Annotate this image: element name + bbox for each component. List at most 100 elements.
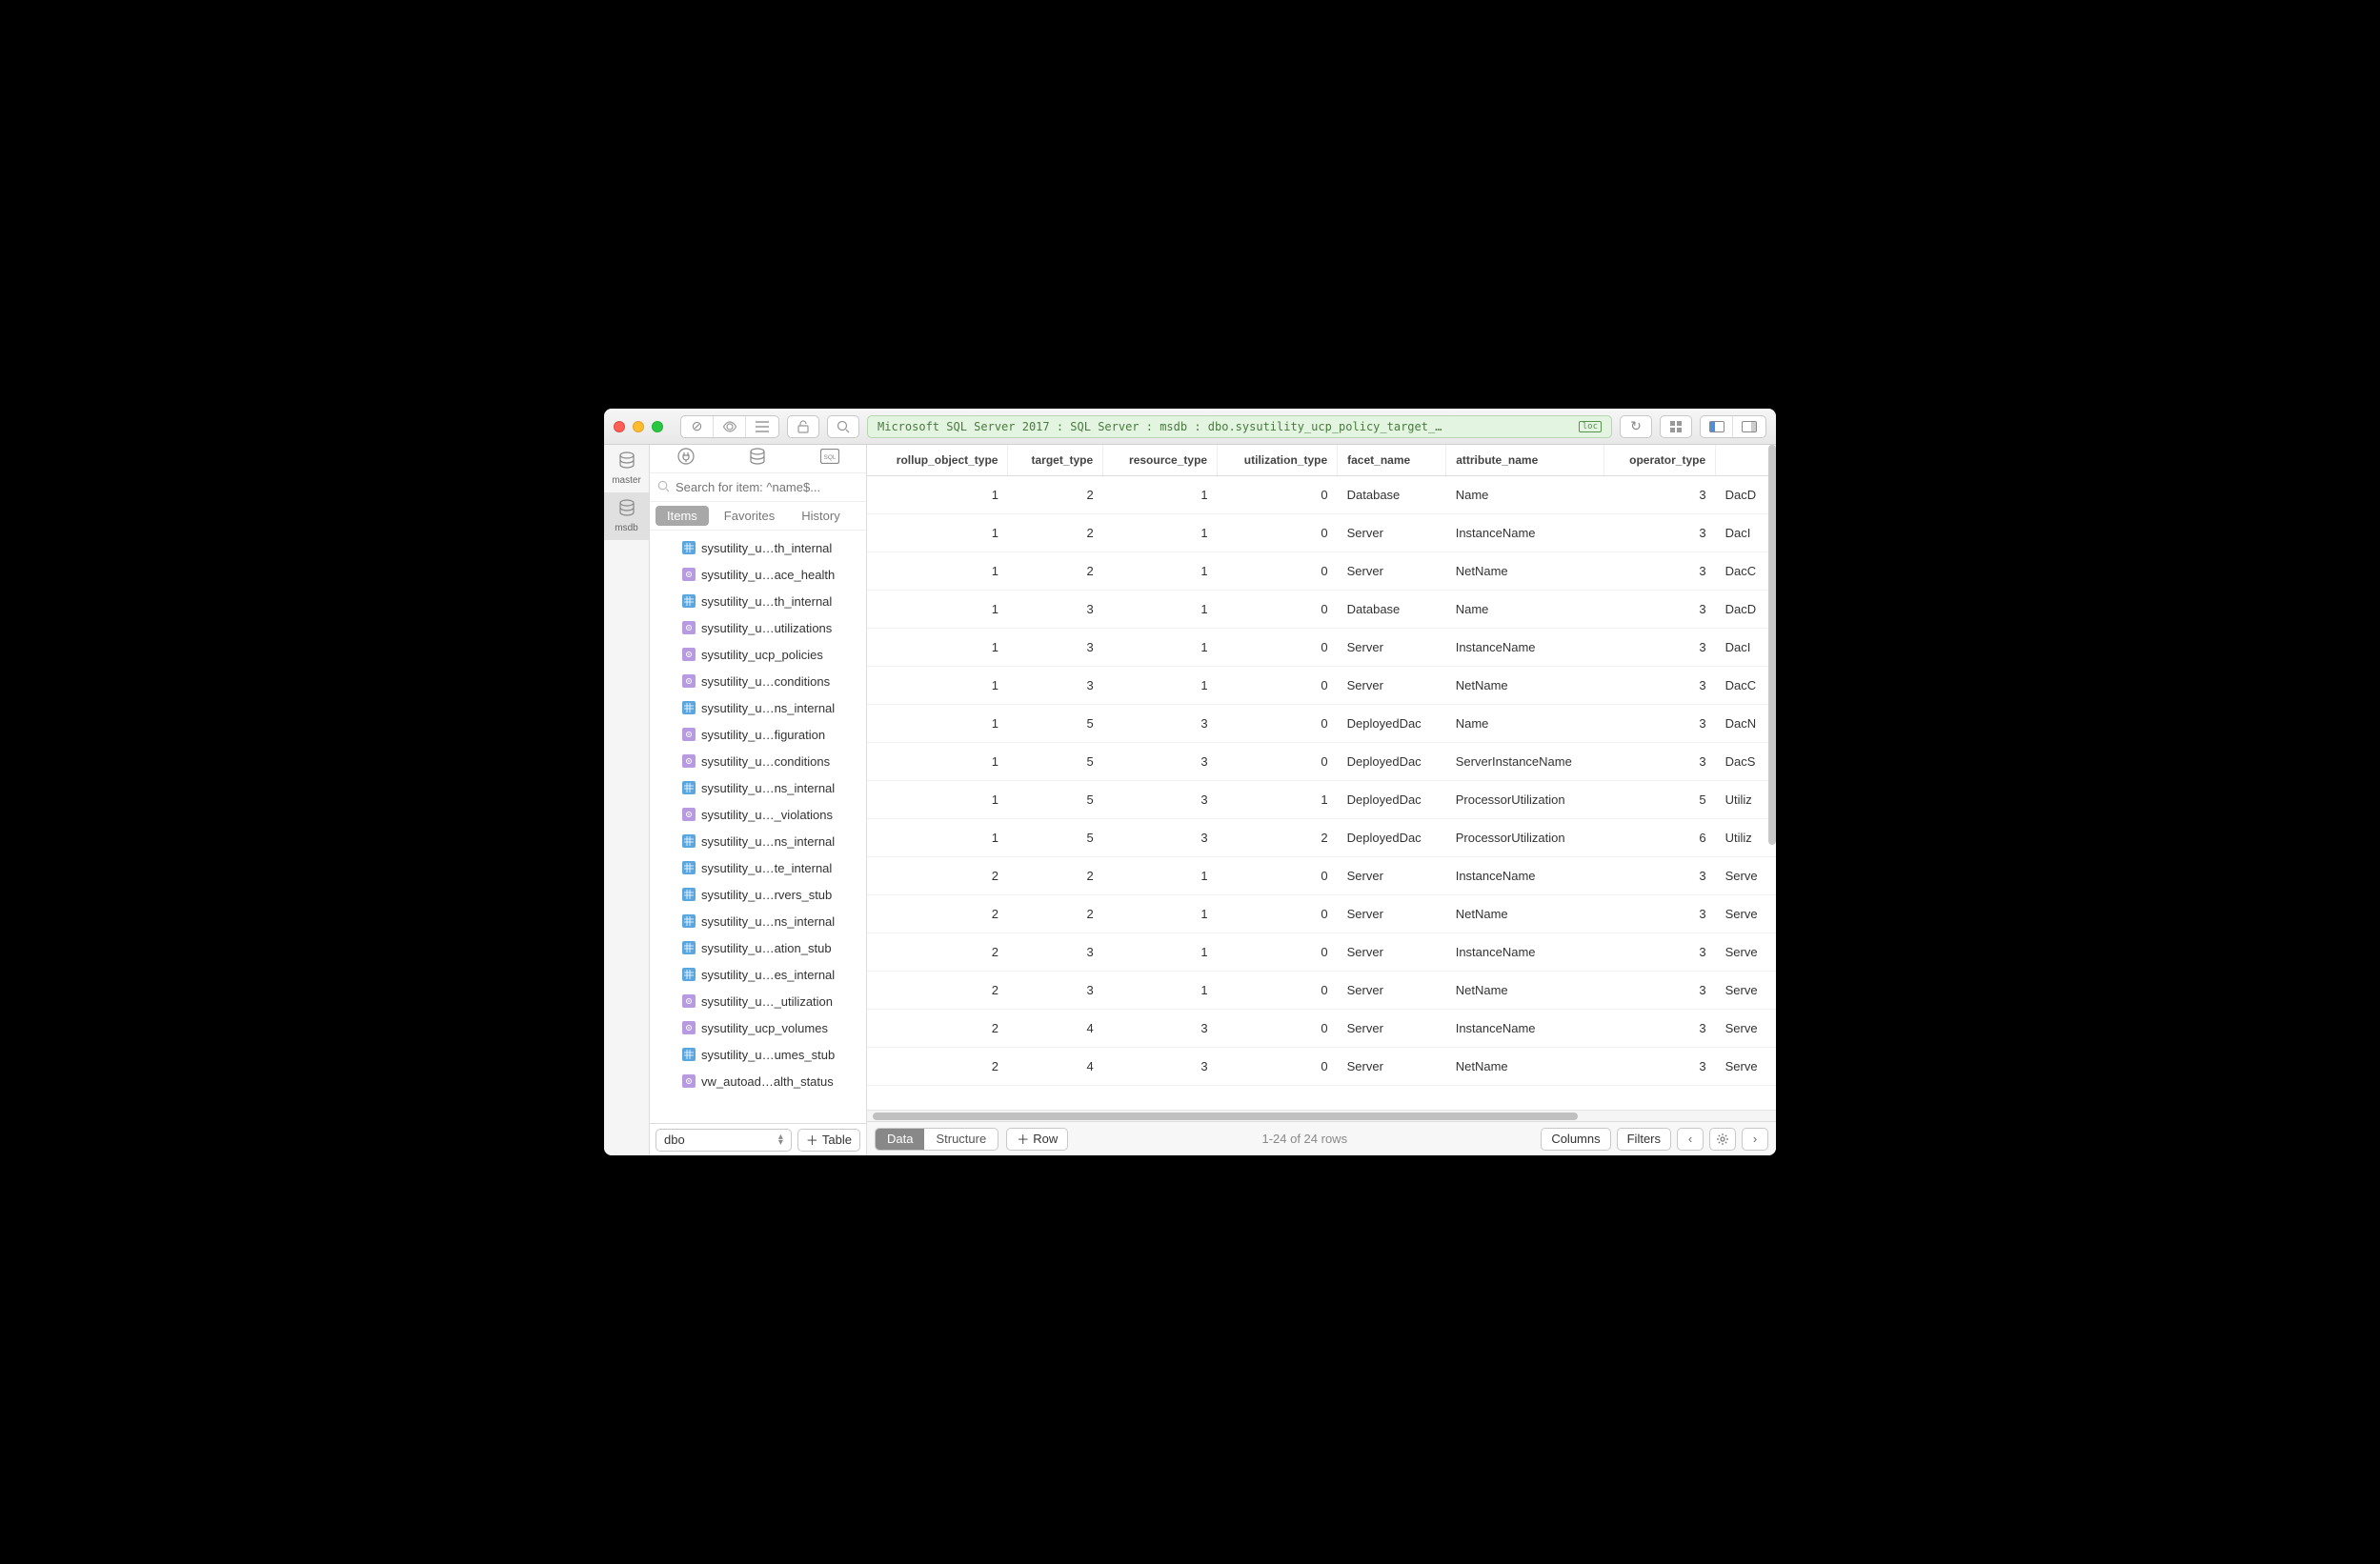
cell[interactable]: Name [1446,704,1603,742]
cell[interactable]: NetName [1446,894,1603,932]
tree-item[interactable]: sysutility_u…_violations [650,801,866,828]
cancel-icon[interactable]: ⊘ [681,416,714,437]
grid-scroll[interactable]: rollup_object_typetarget_typeresource_ty… [867,445,1776,1110]
cell[interactable]: Server [1338,1047,1446,1085]
cell[interactable]: 1 [867,551,1008,590]
column-header[interactable]: facet_name [1338,445,1446,475]
tree-item[interactable]: sysutility_u…conditions [650,668,866,694]
table-row[interactable]: 1310ServerInstanceName3DacI [867,628,1776,666]
cell[interactable]: 0 [1218,1009,1338,1047]
column-header[interactable]: utilization_type [1218,445,1338,475]
cell[interactable]: 0 [1218,590,1338,628]
cell[interactable]: InstanceName [1446,856,1603,894]
vertical-scrollbar[interactable] [1768,445,1776,845]
cell[interactable]: 3 [1008,932,1103,971]
column-header[interactable]: rollup_object_type [867,445,1008,475]
cell[interactable]: 5 [1008,704,1103,742]
cell[interactable]: 0 [1218,551,1338,590]
cell[interactable]: Server [1338,551,1446,590]
cell[interactable]: 3 [1603,856,1716,894]
horizontal-scrollbar[interactable] [867,1110,1776,1121]
cell[interactable]: 5 [1008,780,1103,818]
cell[interactable]: 0 [1218,666,1338,704]
cell[interactable]: Serve [1716,894,1776,932]
panel-left-icon[interactable] [1701,416,1733,437]
cell[interactable]: 2 [1008,475,1103,513]
column-header[interactable]: operator_type [1603,445,1716,475]
cell[interactable]: DacD [1716,475,1776,513]
cell[interactable]: Server [1338,628,1446,666]
cell[interactable]: 1 [867,704,1008,742]
cell[interactable]: 1 [1103,475,1218,513]
table-row[interactable]: 1210ServerNetName3DacC [867,551,1776,590]
tree-item[interactable]: sysutility_u…ns_internal [650,774,866,801]
cell[interactable]: 2 [1218,818,1338,856]
cell[interactable]: 3 [1603,551,1716,590]
cell[interactable]: Server [1338,894,1446,932]
cell[interactable]: 2 [867,1047,1008,1085]
cell[interactable]: 1 [1103,971,1218,1009]
cell[interactable]: 3 [1603,666,1716,704]
search-input[interactable] [676,480,858,494]
data-tab[interactable]: Data [876,1129,924,1150]
cell[interactable]: Name [1446,590,1603,628]
cell[interactable]: NetName [1446,1047,1603,1085]
tree-item[interactable]: sysutility_u…ation_stub [650,934,866,961]
cell[interactable]: 3 [1103,818,1218,856]
refresh-icon[interactable]: ↻ [1620,415,1652,438]
cell[interactable]: ProcessorUtilization [1446,780,1603,818]
tab-favorites[interactable]: Favorites [713,506,786,526]
breadcrumb[interactable]: Microsoft SQL Server 2017 : SQL Server :… [867,415,1612,438]
database-icon[interactable] [749,448,766,470]
db-rail-msdb[interactable]: msdb [604,492,649,540]
cell[interactable]: Server [1338,666,1446,704]
cell[interactable]: 2 [867,894,1008,932]
cell[interactable]: 3 [1603,513,1716,551]
tree-item[interactable]: sysutility_u…es_internal [650,961,866,988]
cell[interactable]: 3 [1103,780,1218,818]
cell[interactable]: DacI [1716,513,1776,551]
cell[interactable]: 4 [1008,1009,1103,1047]
column-header[interactable]: attribute_name [1446,445,1603,475]
cell[interactable]: 1 [867,780,1008,818]
table-row[interactable]: 2210ServerInstanceName3Serve [867,856,1776,894]
table-row[interactable]: 1530DeployedDacName3DacN [867,704,1776,742]
cell[interactable]: 2 [867,856,1008,894]
cell[interactable]: 3 [1603,894,1716,932]
cell[interactable]: NetName [1446,551,1603,590]
tree-item[interactable]: sysutility_u…ns_internal [650,908,866,934]
cell[interactable]: Server [1338,513,1446,551]
cell[interactable]: 1 [867,742,1008,780]
cell[interactable]: 1 [1103,513,1218,551]
cell[interactable]: Database [1338,590,1446,628]
cell[interactable]: 6 [1603,818,1716,856]
cell[interactable]: DeployedDac [1338,742,1446,780]
tree-item[interactable]: sysutility_ucp_volumes [650,1014,866,1041]
schema-select[interactable]: dbo ▴▾ [656,1129,792,1152]
table-row[interactable]: 2310ServerNetName3Serve [867,971,1776,1009]
table-row[interactable]: 2430ServerNetName3Serve [867,1047,1776,1085]
plug-icon[interactable] [677,448,695,470]
cell[interactable]: 1 [867,475,1008,513]
cell[interactable]: DacI [1716,628,1776,666]
cell[interactable]: 2 [867,1009,1008,1047]
cell[interactable]: 1 [1103,666,1218,704]
cell[interactable]: 3 [1603,704,1716,742]
tree-item[interactable]: sysutility_u…rvers_stub [650,881,866,908]
column-header[interactable]: target_type [1008,445,1103,475]
cell[interactable]: 3 [1103,742,1218,780]
cell[interactable]: Name [1446,475,1603,513]
cell[interactable]: 4 [1008,1047,1103,1085]
db-rail-master[interactable]: master [604,445,649,492]
cell[interactable]: 1 [1103,590,1218,628]
table-row[interactable]: 1530DeployedDacServerInstanceName3DacS [867,742,1776,780]
table-row[interactable]: 1310ServerNetName3DacC [867,666,1776,704]
tab-history[interactable]: History [790,506,851,526]
cell[interactable]: 1 [867,590,1008,628]
cell[interactable]: 1 [1103,856,1218,894]
table-row[interactable]: 1210ServerInstanceName3DacI [867,513,1776,551]
cell[interactable]: 3 [1603,1009,1716,1047]
prev-page-button[interactable]: ‹ [1677,1128,1704,1151]
cell[interactable]: Database [1338,475,1446,513]
cell[interactable]: 2 [1008,856,1103,894]
